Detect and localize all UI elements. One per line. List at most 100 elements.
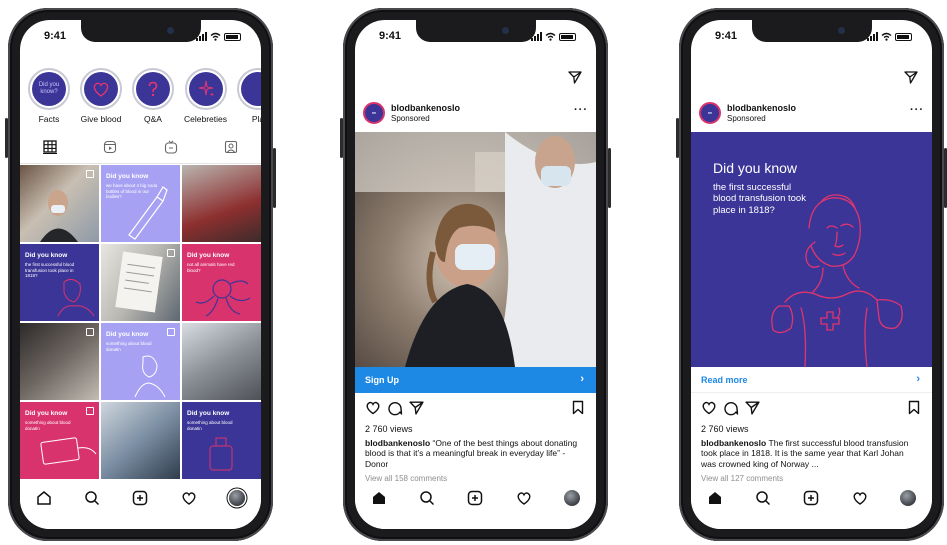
igtv-icon[interactable] [164, 140, 178, 154]
caption-username[interactable]: blodbankenoslo [365, 438, 430, 448]
sponsored-label: Sponsored [727, 114, 766, 123]
tagged-icon[interactable] [224, 140, 238, 154]
bookmark-icon[interactable] [908, 400, 920, 415]
search-icon[interactable] [754, 489, 772, 507]
search-icon[interactable] [418, 489, 436, 507]
home-icon[interactable] [706, 489, 724, 507]
comment-icon[interactable] [723, 400, 739, 416]
story-give-blood[interactable]: Give blood [80, 68, 122, 124]
wifi-icon [881, 32, 892, 41]
post-username[interactable]: blodbankenoslo [727, 103, 796, 113]
more-options-icon[interactable]: ··· [910, 104, 924, 116]
grid-post-fact[interactable]: Did you know the first successful blood … [20, 244, 99, 321]
wifi-icon [545, 32, 556, 41]
battery-icon [559, 32, 576, 41]
share-icon[interactable] [745, 400, 760, 415]
read-more-button[interactable]: Read more › [691, 367, 932, 393]
phone-photo-ad: 9:41 BB blodbankenoslo Sponsored ··· Sig… [340, 8, 611, 541]
multi-post-icon [86, 328, 94, 336]
view-comments-link[interactable]: View all 158 comments [365, 474, 447, 483]
bottom-nav [691, 483, 932, 529]
profile-avatar[interactable] [899, 489, 917, 507]
grid-post-photo[interactable] [20, 165, 99, 242]
multi-post-icon [86, 170, 94, 178]
new-post-icon[interactable] [466, 489, 484, 507]
portrait-illustration [57, 278, 95, 317]
heart-drop-icon [84, 72, 118, 106]
story-qa[interactable]: Q&A [132, 68, 174, 124]
reels-icon[interactable] [103, 140, 117, 154]
post-caption: blodbankenoslo The first successful bloo… [701, 438, 920, 469]
heart-icon[interactable] [515, 489, 533, 507]
octopus-illustration [195, 279, 251, 317]
grid-post-photo[interactable] [182, 165, 261, 242]
post-header: BB blodbankenoslo Sponsored ··· [363, 102, 588, 126]
caption-username[interactable]: blodbankenoslo [701, 438, 766, 448]
phone-profile: 9:41 Did you know? Facts Give blood Q&A [5, 8, 276, 541]
story-highlights: Did you know? Facts Give blood Q&A Celeb… [28, 68, 261, 124]
status-time: 9:41 [379, 30, 402, 42]
screen-profile: 9:41 Did you know? Facts Give blood Q&A [20, 20, 261, 529]
grid-post-photo[interactable] [101, 402, 180, 479]
bag-illustration [209, 437, 233, 471]
story-celebreties[interactable]: Celebreties [184, 68, 227, 124]
like-icon[interactable] [701, 400, 717, 415]
direct-message-icon[interactable] [904, 70, 918, 84]
chevron-right-icon: › [580, 373, 584, 385]
media-text: the first successful blood transfusion t… [713, 182, 806, 216]
home-icon[interactable] [370, 489, 388, 507]
screen-photo-ad: 9:41 BB blodbankenoslo Sponsored ··· Sig… [355, 20, 596, 529]
post-fact-graphic[interactable]: Did you know the first successful blood … [691, 132, 932, 367]
more-options-icon[interactable]: ··· [574, 104, 588, 116]
wifi-icon [210, 32, 221, 41]
grid-post-photo[interactable] [101, 244, 180, 321]
bookmark-icon[interactable] [572, 400, 584, 415]
heart-icon[interactable] [851, 489, 869, 507]
story-facts-bubble: Did you know? [32, 72, 66, 106]
notch [751, 20, 872, 42]
grid-post-fact[interactable]: Did you know something about blood donat… [182, 402, 261, 479]
grid-post-fact[interactable]: Did you know not all animals have red bl… [182, 244, 261, 321]
new-post-icon[interactable] [131, 489, 149, 507]
story-label: Pla [251, 114, 261, 124]
grid-icon[interactable] [43, 140, 58, 154]
grid-post-photo[interactable] [182, 323, 261, 400]
new-post-icon[interactable] [802, 489, 820, 507]
like-icon[interactable] [365, 400, 381, 415]
notch [415, 20, 536, 42]
search-icon[interactable] [83, 489, 101, 507]
sign-up-button[interactable]: Sign Up › [355, 367, 596, 393]
grid-post-fact[interactable]: Did you know something about blood donat… [101, 323, 180, 400]
direct-message-icon[interactable] [568, 70, 582, 84]
question-icon [136, 72, 170, 106]
multi-post-icon [167, 249, 175, 257]
grid-post-fact[interactable]: Did you know something about blood donat… [20, 402, 99, 479]
post-actions [699, 400, 924, 418]
account-logo[interactable]: BB [699, 102, 721, 124]
view-comments-link[interactable]: View all 127 comments [701, 474, 783, 483]
bottom-nav [20, 483, 261, 529]
battery-icon [224, 32, 241, 41]
story-pla[interactable]: Pla [237, 68, 261, 124]
home-icon[interactable] [35, 489, 53, 507]
heart-icon[interactable] [180, 489, 198, 507]
post-actions [363, 400, 588, 418]
story-facts[interactable]: Did you know? Facts [28, 68, 70, 124]
share-icon[interactable] [409, 400, 424, 415]
comment-icon[interactable] [387, 400, 403, 416]
media-title: Did you know [713, 160, 798, 176]
phone-fact-ad: 9:41 BB blodbankenoslo Sponsored ··· Did… [676, 8, 947, 541]
account-logo[interactable]: BB [363, 102, 385, 124]
profile-avatar[interactable] [563, 489, 581, 507]
battery-icon [895, 32, 912, 41]
post-username[interactable]: blodbankenoslo [391, 103, 460, 113]
post-photo[interactable] [355, 132, 596, 367]
status-time: 9:41 [44, 30, 67, 42]
bottle-illustration [128, 186, 168, 240]
story-label: Facts [38, 114, 60, 124]
profile-avatar[interactable] [228, 489, 246, 507]
grid-post-photo[interactable] [20, 323, 99, 400]
grid-post-fact[interactable]: Did you know we have about 4 big soda bo… [101, 165, 180, 242]
bottom-nav [355, 483, 596, 529]
sponsored-label: Sponsored [391, 114, 430, 123]
